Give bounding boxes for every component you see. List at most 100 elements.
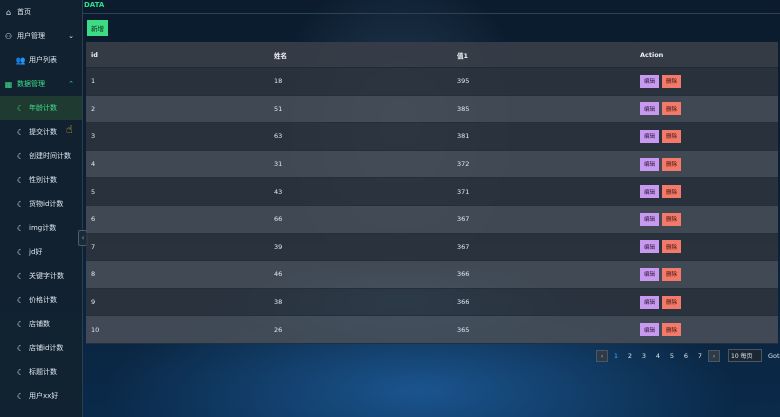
page-number-button[interactable]: 4 (652, 350, 664, 362)
sidebar-item-4[interactable]: ☾ 货物id计数 (0, 192, 82, 216)
sidebar-item-5[interactable]: ☾ img计数 (0, 216, 82, 240)
action-cell: 编辑 删除 (635, 177, 778, 206)
sidebar-item-10[interactable]: ☾ 店铺id计数 (0, 336, 82, 360)
delete-button[interactable]: 删除 (662, 102, 681, 116)
table-cell: 63 (269, 122, 452, 151)
page-number-button[interactable]: 6 (680, 350, 692, 362)
sidebar-item-3[interactable]: ☾ 性别计数 (0, 168, 82, 192)
action-cell: 编辑 删除 (635, 67, 778, 96)
column-header-id[interactable]: id (86, 42, 269, 68)
page-number-button[interactable]: 5 (666, 350, 678, 362)
page-number-button[interactable]: 3 (638, 350, 650, 362)
sidebar-item-6[interactable]: ☾ jd好 (0, 240, 82, 264)
table-cell: 18 (269, 67, 452, 96)
moon-icon: ☾ (16, 127, 25, 137)
sidebar-group-label: 数据管理 (17, 80, 45, 88)
edit-button[interactable]: 编辑 (640, 323, 659, 337)
sidebar-group-user-mgmt[interactable]: ⚇ 用户管理 ⌄ (0, 24, 82, 48)
action-cell: 编辑 删除 (635, 315, 778, 344)
sidebar-group-label: 用户管理 (17, 32, 45, 40)
table-cell: 372 (452, 150, 635, 179)
table-row: 6 66 367 编辑 删除 (86, 205, 778, 234)
prev-page-button[interactable]: ‹ (596, 349, 608, 362)
column-header-name[interactable]: 姓名 (269, 42, 452, 68)
sidebar-item-label: img计数 (29, 224, 57, 232)
moon-icon: ☾ (16, 223, 25, 233)
moon-icon: ☾ (16, 343, 25, 353)
hand-cursor-icon: ☝ (66, 123, 73, 136)
sidebar-item-label: 用户xx好 (29, 392, 59, 400)
data-table: id 姓名 值1 Action 1 18 395 编辑 删除 2 51 385 编辑 删除 3 63 3… (86, 42, 778, 344)
sidebar-item-9[interactable]: ☾ 店铺数 (0, 312, 82, 336)
edit-button[interactable]: 编辑 (640, 129, 659, 143)
delete-button[interactable]: 删除 (662, 185, 681, 199)
table-cell: 5 (86, 177, 269, 206)
table-row: 2 51 385 编辑 删除 (86, 95, 778, 124)
sidebar-item-2[interactable]: ☾ 创建时间计数 (0, 144, 82, 168)
sidebar-item-0[interactable]: ☾ 年龄计数 (0, 96, 82, 120)
table-row: 4 31 372 编辑 删除 (86, 150, 778, 179)
sidebar-item-label: 关键字计数 (29, 272, 64, 280)
action-cell: 编辑 删除 (635, 150, 778, 179)
action-cell: 编辑 删除 (635, 122, 778, 151)
moon-icon: ☾ (16, 367, 25, 377)
sidebar-group-data-mgmt[interactable]: ▦ 数据管理 ⌃ (0, 72, 82, 96)
table-cell: 381 (452, 122, 635, 151)
sidebar-item-11[interactable]: ☾ 标题计数 (0, 360, 82, 384)
page-number-button[interactable]: 1 (610, 350, 622, 362)
next-page-button[interactable]: › (708, 349, 720, 362)
delete-button[interactable]: 删除 (662, 212, 681, 226)
moon-icon: ☾ (16, 199, 25, 209)
sidebar-item-label: 店铺数 (29, 320, 50, 328)
sidebar-item-12[interactable]: ☾ 用户xx好 (0, 384, 82, 408)
page-number-button[interactable]: 2 (624, 350, 636, 362)
delete-button[interactable]: 删除 (662, 129, 681, 143)
column-header-value[interactable]: 值1 (452, 42, 635, 68)
delete-button[interactable]: 删除 (662, 267, 681, 281)
edit-button[interactable]: 编辑 (640, 74, 659, 88)
action-cell: 编辑 删除 (635, 260, 778, 289)
sidebar-item-home[interactable]: ⌂ 首页 (0, 0, 82, 24)
table-cell: 367 (452, 205, 635, 234)
table-cell: 3 (86, 122, 269, 151)
delete-button[interactable]: 删除 (662, 157, 681, 171)
add-button[interactable]: 新增 (87, 20, 108, 36)
edit-button[interactable]: 编辑 (640, 102, 659, 116)
sidebar-item-8[interactable]: ☾ 价格计数 (0, 288, 82, 312)
sidebar-item-7[interactable]: ☾ 关键字计数 (0, 264, 82, 288)
moon-icon: ☾ (16, 247, 25, 257)
goto-label: Goto (768, 351, 780, 360)
delete-button[interactable]: 删除 (662, 240, 681, 254)
table-row: 3 63 381 编辑 删除 (86, 122, 778, 151)
chevron-down-icon: ⌄ (68, 32, 74, 40)
sidebar-item-label: 货物id计数 (29, 200, 64, 208)
home-icon: ⌂ (5, 7, 12, 17)
page-number-button[interactable]: 7 (694, 350, 706, 362)
table-cell: 366 (452, 260, 635, 289)
table-row: 10 26 365 编辑 删除 (86, 315, 778, 344)
table-cell: 365 (452, 315, 635, 344)
action-cell: 编辑 删除 (635, 288, 778, 317)
table-cell: 8 (86, 260, 269, 289)
edit-button[interactable]: 编辑 (640, 267, 659, 281)
sidebar-item-label: 创建时间计数 (29, 152, 71, 160)
pagination: ‹ 1234567 › 10 每页 Goto (596, 349, 780, 362)
table-cell: 371 (452, 177, 635, 206)
breadcrumb: DATA (84, 1, 105, 9)
table-cell: 2 (86, 95, 269, 124)
delete-button[interactable]: 删除 (662, 74, 681, 88)
edit-button[interactable]: 编辑 (640, 185, 659, 199)
table-row: 8 46 366 编辑 删除 (86, 260, 778, 289)
edit-button[interactable]: 编辑 (640, 157, 659, 171)
sidebar-item-user-list[interactable]: 👥 用户列表 (0, 48, 82, 72)
moon-icon: ☾ (16, 295, 25, 305)
edit-button[interactable]: 编辑 (640, 212, 659, 226)
page-size-select[interactable]: 10 每页 (728, 349, 762, 362)
edit-button[interactable]: 编辑 (640, 240, 659, 254)
delete-button[interactable]: 删除 (662, 295, 681, 309)
data-icon: ▦ (4, 79, 13, 89)
edit-button[interactable]: 编辑 (640, 295, 659, 309)
delete-button[interactable]: 删除 (662, 323, 681, 337)
sidebar-item-label: 店铺id计数 (29, 344, 64, 352)
table-row: 5 43 371 编辑 删除 (86, 177, 778, 206)
